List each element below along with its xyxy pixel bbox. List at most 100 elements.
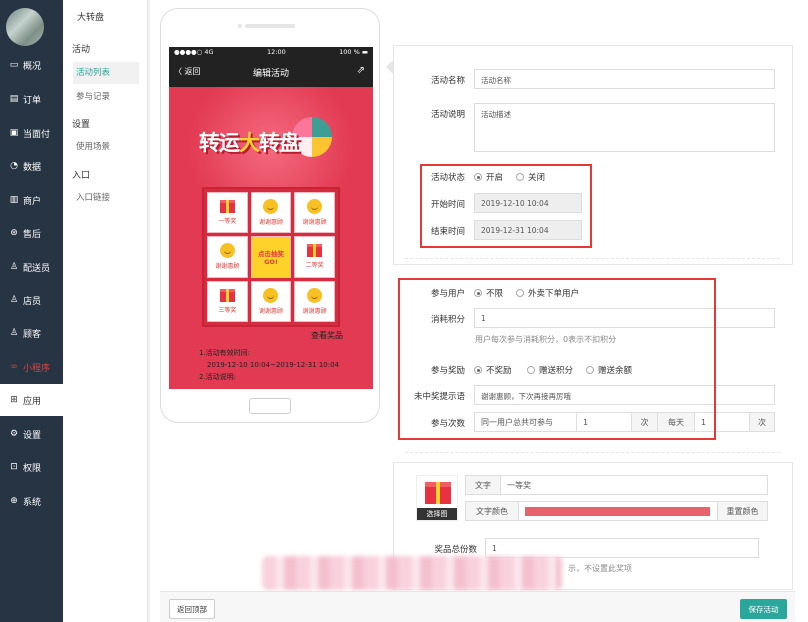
activity-desc-textarea[interactable]: 活动描述 [474,103,775,152]
submenu-title: 大转盘 [77,13,105,23]
footer-bar: 返回顶部 保存活动 [160,591,795,622]
divider [405,258,780,259]
prize-cell: 谢谢惠顾 [207,236,248,278]
gift-icon [425,482,451,504]
sidebar-item-after-sale[interactable]: ⊛ 售后 [0,217,63,249]
shop-icon: ▥ [9,195,19,205]
prize-cell-label: 谢谢惠顾 [258,307,283,315]
smile-icon [263,287,279,303]
prize-cell: 三等奖 [207,280,248,322]
sidebar-item-label: 订单 [23,95,42,106]
banner: 转运大转盘 [169,87,373,187]
activity-name-input[interactable]: 活动名称 [474,69,775,89]
reset-color-button[interactable]: 重置颜色 [717,501,768,521]
sidebar-item-label: 顾客 [23,329,42,340]
prize-cell: 谢谢惠顾 [294,280,335,322]
banner-text-b: 大 [239,131,260,155]
prize-cell-label: 点击抽奖 GO! [257,249,284,266]
text-color-picker[interactable] [518,501,718,521]
submenu-item-activity-list[interactable]: 活动列表 [73,62,139,84]
sub-menu: 大转盘 活动 活动列表 参与记录 设置 使用场景 入口 入口链接 [63,0,148,622]
phone-screen: ●●●●○ 4G 12:00 100 % ▬ 〈 返回 编辑活动 ⇗ 转运大转盘… [169,47,373,389]
prize-cell-label: 二等奖 [305,262,324,270]
phone-preview: ●●●●○ 4G 12:00 100 % ▬ 〈 返回 编辑活动 ⇗ 转运大转盘… [160,8,380,423]
clerk-icon: ♙ [9,295,19,305]
highlight-box-status [420,164,592,248]
view-prizes-link[interactable]: 查看奖品 [311,330,343,341]
customer-icon: ♙ [9,328,19,338]
submenu-group-settings: 设置 [72,120,91,130]
banner-text-c: 转盘 [259,131,300,155]
sidebar-item-label: 小程序 [23,363,51,374]
speaker [245,24,295,28]
prize-image[interactable]: 选择图 [416,475,458,521]
main-sidebar: ▭ 概况 ▤ 订单 ▣ 当面付 ◔ 数据 ▥ 商户 ⊛ 售后 ♙ 配送员 ♙ 店员 ♙ 顾客 ∞ 小程序 ⊞ 应用 ⚙ 设置 ⊡… [0,0,63,622]
sidebar-item-clerk[interactable]: ♙ 店员 [0,284,63,316]
color-swatch [525,506,710,516]
sidebar-item-order[interactable]: ▤ 订单 [0,83,63,115]
home-button [249,398,291,414]
camera-dot [238,24,242,28]
sidebar-item-monitor[interactable]: ▭ 概况 [0,49,63,81]
banner-text-a: 转运 [199,131,240,155]
apps-icon: ⊞ [10,395,18,405]
lock-icon: ⊡ [10,462,18,472]
prize-cell-label: 谢谢惠顾 [215,263,240,271]
sidebar-item-miniapp[interactable]: ∞ 小程序 [0,351,63,383]
prize-cell: 谢谢惠顾 [250,280,292,322]
system-icon: ⊕ [10,496,18,506]
lottery-grid: 一等奖 谢谢惠顾 谢谢惠顾 谢谢惠顾 点击抽奖 GO! 二等奖 三等奖 谢谢惠顾 谢谢惠顾 [202,187,340,327]
sidebar-item-courier[interactable]: ♙ 配送员 [0,251,63,283]
draw-button[interactable]: 点击抽奖 GO! [250,236,292,278]
clock-text: 12:00 [267,48,286,56]
sidebar-item-pay[interactable]: ▣ 当面付 [0,117,63,149]
sidebar-item-label: 系统 [23,497,42,508]
share-icon[interactable]: ⇗ [357,65,365,76]
rule-1-time: 2019-12-10 10:04~2019-12-31 10:04 [207,361,340,369]
sidebar-item-label: 售后 [23,229,42,240]
text-color-addon: 文字颜色 [465,501,519,521]
phone-title: 编辑活动 [252,69,289,79]
pay-icon: ▣ [9,128,19,138]
monitor-icon: ▭ [9,60,19,70]
banner-title: 转运大转盘 [199,127,300,157]
courier-icon: ♙ [9,262,19,272]
prize-total-label: 奖品总份数 [434,545,477,555]
prize-cell-label: 谢谢惠顾 [258,219,283,227]
highlight-box-participation [398,278,716,440]
submenu-group-activity: 活动 [72,45,91,55]
prize-cell-label: 谢谢惠顾 [302,307,327,315]
battery-text: 100 % ▬ [339,48,368,56]
order-icon: ▤ [9,94,19,104]
gift-icon [307,244,323,258]
choose-image-button[interactable]: 选择图 [417,508,457,520]
submenu-item-scenes[interactable]: 使用场景 [73,136,139,158]
submenu-item-entry-link[interactable]: 入口链接 [73,187,139,209]
prize-text-input[interactable]: 一等奖 [500,475,768,495]
sidebar-item-customer[interactable]: ♙ 顾客 [0,317,63,349]
settings-icon: ⚙ [9,429,19,439]
save-activity-button[interactable]: 保存活动 [740,599,787,619]
smile-icon [219,243,235,259]
back-to-top-button[interactable]: 返回顶部 [169,599,215,619]
sidebar-item-apps[interactable]: ⊞ 应用 [0,384,63,416]
avatar[interactable] [6,8,44,46]
signal-text: ●●●●○ 4G [174,48,214,56]
prize-total-input[interactable]: 1 [485,538,759,558]
redacted-overlay [262,556,562,590]
sidebar-item-label: 配送员 [23,263,51,274]
prize-cell: 谢谢惠顾 [250,192,292,234]
prize-cell-label: 三等奖 [218,306,237,314]
sidebar-item-label: 应用 [23,396,42,407]
sidebar-item-data[interactable]: ◔ 数据 [0,150,63,182]
sidebar-item-shop[interactable]: ▥ 商户 [0,184,63,216]
smile-icon [307,199,323,215]
sidebar-item-label: 设置 [23,430,42,441]
submenu-item-records[interactable]: 参与记录 [73,86,139,108]
sidebar-item-lock[interactable]: ⊡ 权限 [0,451,63,483]
sidebar-item-settings[interactable]: ⚙ 设置 [0,418,63,450]
sidebar-item-label: 数据 [23,162,42,173]
sidebar-item-system[interactable]: ⊕ 系统 [0,485,63,517]
prize-cell: 一等奖 [207,192,248,234]
gift-icon [219,200,235,214]
